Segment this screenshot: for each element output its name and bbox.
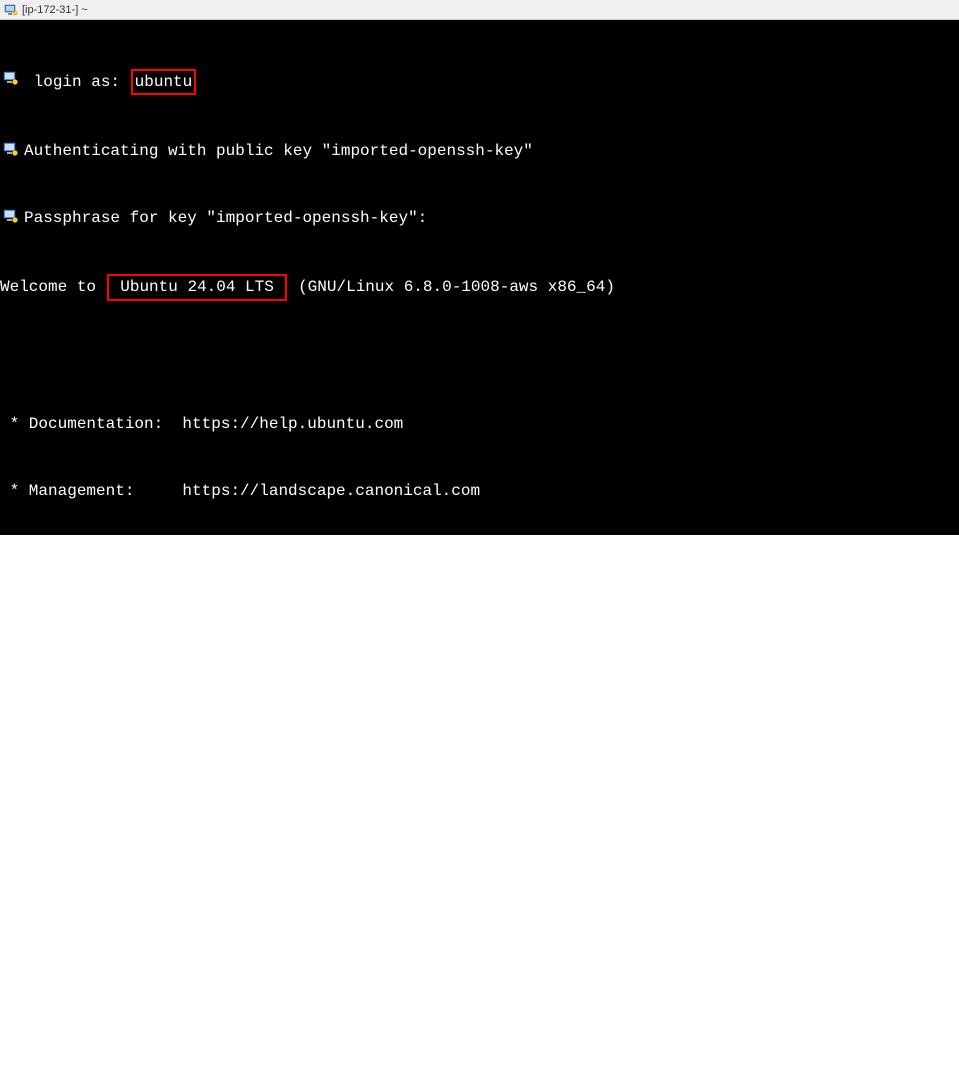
window-title: [ip-172-31-] ~ [22,4,88,16]
putty-icon [4,3,18,17]
passphrase-line: Passphrase for key "imported-openssh-key… [24,207,959,229]
login-line: login as: ubuntu [24,69,959,95]
login-prompt-text: login as: [34,73,120,91]
sysinfo-row2: Usage of /: 63.1% of 29.01GB Users logge… [0,883,959,905]
computer-icon [0,207,22,225]
sysinfo-row4: Swap usage: 0% [0,1017,959,1039]
welcome-suffix: (GNU/Linux 6.8.0-1008-aws x86_64) [298,278,615,296]
login-value-highlight: ubuntu [131,69,197,95]
os-version: Ubuntu 24.04 LTS [120,278,274,296]
os-highlight: Ubuntu 24.04 LTS [107,274,288,300]
blank-line [0,345,959,367]
login-value: ubuntu [135,73,193,91]
welcome-line: Welcome to Ubuntu 24.04 LTS (GNU/Linux 6… [0,274,959,300]
mgmt-line: * Management: https://landscape.canonica… [0,480,959,502]
computer-icon [0,140,22,158]
auth-line: Authenticating with public key "imported… [24,140,959,162]
terminal-content[interactable]: login as: ubuntu Authenticating with pub… [0,20,959,535]
support-line: * Support: https://ubuntu.com/pro [0,547,959,569]
sysinfo-header: System information as of Sat Jun 1 12:45… [0,681,959,703]
sysinfo-row1: System load: 0.21 Processes: 129 [0,816,959,838]
doc-line: * Documentation: https://help.ubuntu.com [0,413,959,435]
window-title-bar: [ip-172-31-] ~ [0,0,959,20]
computer-icon [0,69,22,87]
sysinfo-row3: Memory usage: 9% IPv4 address for enX0: … [0,950,959,972]
blank-line [0,614,959,636]
welcome-prefix: Welcome to [0,278,96,296]
blank-line [0,749,959,771]
